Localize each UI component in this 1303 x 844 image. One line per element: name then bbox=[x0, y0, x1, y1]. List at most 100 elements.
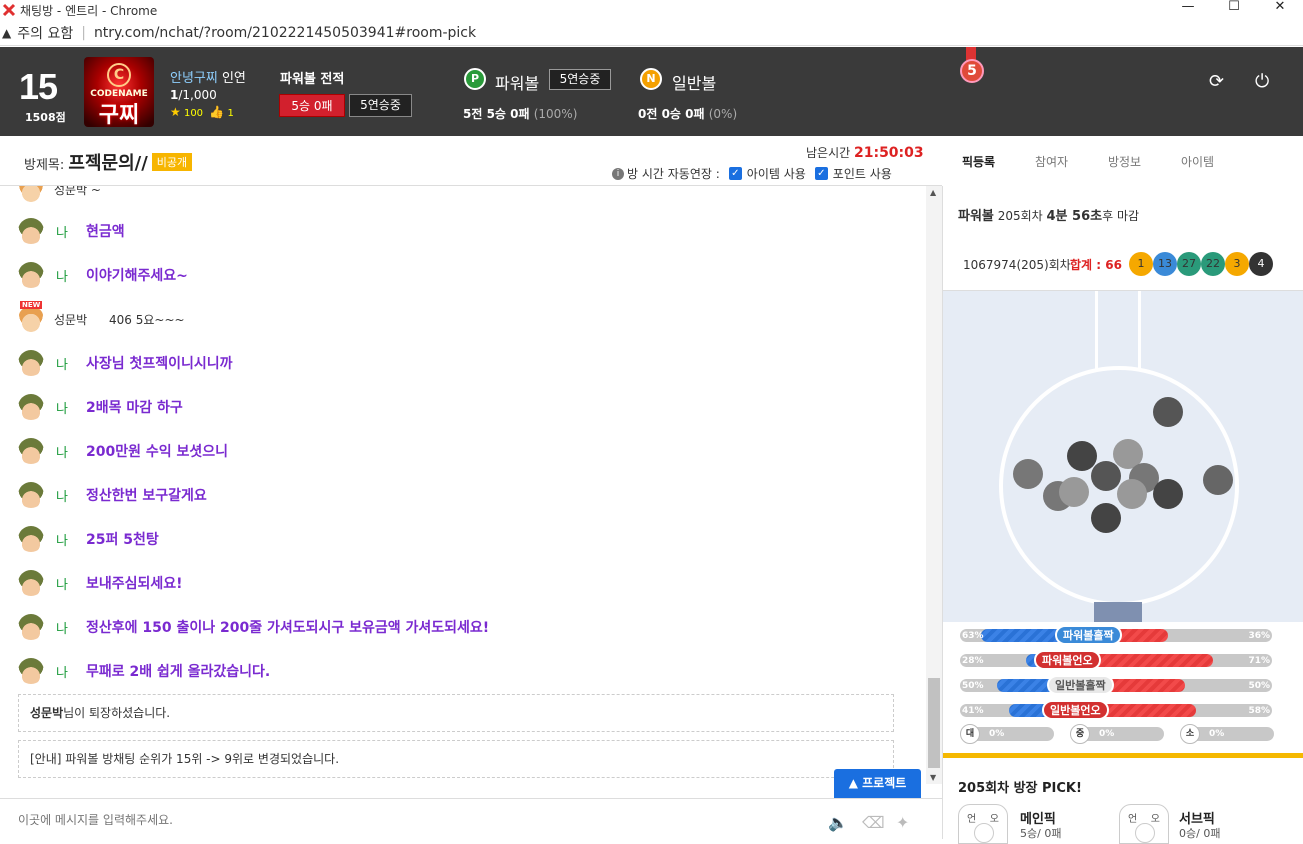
user-count: 1/1,000 bbox=[170, 88, 217, 102]
stat-label: 파워볼언오 bbox=[1034, 650, 1101, 670]
user-stats: ★ 100 👍 1 bbox=[170, 105, 234, 119]
stat-right-pct: 36% bbox=[1248, 631, 1270, 641]
message-text: 무패로 2배 쉽게 올라갔습니다. bbox=[86, 664, 271, 680]
private-badge: 비공개 bbox=[151, 153, 193, 171]
normalball-badge-icon: N bbox=[640, 68, 662, 90]
message-text: 200만원 수익 보셧으니 bbox=[86, 444, 229, 460]
normalball-record: 0전 0승 0패 (0%) bbox=[638, 105, 737, 122]
tab-room-info[interactable]: 방정보 bbox=[1088, 153, 1161, 170]
message-author[interactable]: 나 bbox=[56, 398, 86, 417]
sub-pick-box[interactable]: 언 오 bbox=[1119, 804, 1169, 844]
message-author[interactable]: 나 bbox=[56, 354, 86, 373]
user-level: 15 bbox=[19, 66, 58, 107]
window-titlebar: 채팅방 - 엔트리 - Chrome — ☐ ✕ bbox=[0, 0, 1303, 20]
message-author[interactable]: 나 bbox=[56, 442, 86, 461]
size-row: 대 0% bbox=[960, 724, 1054, 744]
record-title: 파워볼 전적 bbox=[280, 72, 345, 87]
machine-ball bbox=[1067, 441, 1097, 471]
window-controls: — ☐ ✕ bbox=[1165, 0, 1303, 20]
powerball-record-pct: (100%) bbox=[533, 107, 578, 121]
user-greeting-suffix: 인연 bbox=[217, 71, 246, 86]
message-author[interactable]: 나 bbox=[56, 222, 86, 241]
user-avatar-icon bbox=[18, 301, 44, 332]
list-item: 성문박406 5요~~~ bbox=[18, 301, 185, 332]
message-input[interactable] bbox=[18, 809, 798, 831]
main-pick-box[interactable]: 언 오 bbox=[958, 804, 1008, 844]
record-result: 5승 0패 bbox=[279, 94, 345, 117]
normalball-record-value: 0전 0승 0패 bbox=[638, 107, 705, 121]
size-row: 소 0% bbox=[1180, 724, 1274, 744]
stat-row: 28% 71% 파워볼언오 bbox=[960, 649, 1272, 670]
message-author[interactable]: 나 bbox=[56, 618, 86, 637]
list-item: 나 2배목 마감 하구 bbox=[18, 394, 183, 420]
close-button[interactable]: ✕ bbox=[1257, 0, 1303, 20]
user-avatar-icon bbox=[18, 394, 44, 420]
magic-wand-icon[interactable]: ✦ bbox=[896, 813, 909, 832]
scroll-up-icon[interactable]: ▲ bbox=[930, 188, 936, 197]
ball-sum: 합계 : 66 bbox=[1070, 258, 1122, 272]
tab-items[interactable]: 아이템 bbox=[1161, 153, 1234, 170]
refresh-icon[interactable]: ⟳ bbox=[1209, 71, 1224, 92]
scroll-thumb[interactable] bbox=[928, 678, 940, 768]
thumbs-up-icon: 👍 bbox=[209, 105, 225, 119]
star-icon: ★ bbox=[170, 105, 181, 119]
normalball-record-pct: (0%) bbox=[708, 107, 738, 121]
project-button[interactable]: ▲ 프로젝트 bbox=[834, 769, 921, 798]
notice-text: 님이 퇴장하셨습니다. bbox=[63, 706, 171, 720]
message-author[interactable]: 나 bbox=[56, 486, 86, 505]
message-author[interactable]: 나 bbox=[56, 662, 86, 681]
message-text: 이야기해주세요~ bbox=[86, 268, 188, 284]
list-item: 나 정산후에 150 출이나 200줄 가셔도되시구 보유금액 가셔도되세요! bbox=[18, 614, 489, 640]
minimize-button[interactable]: — bbox=[1165, 0, 1211, 20]
tab-pick-register[interactable]: 픽등록 bbox=[942, 153, 1015, 170]
list-item: 나 정산한번 보구갈게요 bbox=[18, 482, 207, 508]
machine-ball bbox=[1153, 479, 1183, 509]
scroll-down-icon[interactable]: ▼ bbox=[930, 773, 936, 782]
tab-participants[interactable]: 참여자 bbox=[1015, 153, 1088, 170]
machine-outlet bbox=[1094, 602, 1142, 622]
chat-scrollbar[interactable]: ▲ ▼ bbox=[926, 186, 942, 784]
maximize-button[interactable]: ☐ bbox=[1211, 0, 1257, 20]
user-greeting: 안녕구찌 인연 bbox=[170, 67, 246, 86]
last-round: 1067974(205)회차 bbox=[963, 258, 1071, 272]
powerball-label: 파워볼 bbox=[495, 74, 540, 93]
room-options: i 방 시간 자동연장 : ✓ 아이템 사용 ✓ 포인트 사용 bbox=[612, 165, 892, 182]
stat-left-pct: 41% bbox=[962, 706, 984, 716]
user-avatar[interactable]: C CODENAME 구찌 bbox=[84, 57, 154, 127]
sound-icon[interactable]: 🔈 bbox=[828, 813, 848, 832]
divider-line bbox=[943, 753, 1303, 758]
warning-icon: ▲ bbox=[2, 25, 12, 40]
info-icon[interactable]: i bbox=[612, 167, 624, 180]
powerball-streak: 5연승중 bbox=[549, 69, 611, 90]
message-author[interactable]: 나 bbox=[56, 266, 86, 285]
app-favicon-icon bbox=[2, 3, 16, 17]
message-text: 보내주심되세요! bbox=[86, 576, 183, 592]
list-item: 나 이야기해주세요~ bbox=[18, 262, 188, 288]
result-ball: 22 bbox=[1201, 252, 1225, 276]
stat-right-pct: 71% bbox=[1248, 656, 1270, 666]
url-text[interactable]: ntry.com/nchat/?room/2102221450503941#ro… bbox=[94, 25, 476, 41]
point-use-checkbox[interactable]: ✓ bbox=[814, 167, 828, 180]
item-use-checkbox[interactable]: ✓ bbox=[728, 167, 742, 180]
message-author[interactable]: 성문박 bbox=[54, 311, 109, 328]
record-streak: 5연승중 bbox=[349, 94, 412, 117]
normalball-label: 일반볼 bbox=[672, 74, 717, 93]
message-input-bar: 🔈 ⌫ ✦ bbox=[0, 798, 942, 839]
message-text: 정산후에 150 출이나 200줄 가셔도되시구 보유금액 가셔도되세요! bbox=[86, 620, 490, 636]
countdown: 4분 56초 bbox=[1046, 209, 1103, 224]
medal-number: 5 bbox=[960, 59, 984, 83]
user-name[interactable]: 안녕구찌 bbox=[170, 71, 218, 86]
avatar-name: 구찌 bbox=[98, 103, 140, 127]
message-author[interactable]: 나 bbox=[56, 530, 86, 549]
security-warning[interactable]: 주의 요함 bbox=[17, 23, 73, 43]
power-icon[interactable]: ⏻ bbox=[1255, 71, 1269, 92]
powerball-record-value: 5전 5승 0패 bbox=[463, 107, 530, 121]
message-author[interactable]: 나 bbox=[56, 574, 86, 593]
eraser-icon[interactable]: ⌫ bbox=[862, 813, 885, 832]
machine-ball bbox=[1091, 503, 1121, 533]
address-bar[interactable]: ▲ 주의 요함 | ntry.com/nchat/?room/210222145… bbox=[0, 20, 1303, 46]
pick-right-label: 오 bbox=[1150, 814, 1160, 825]
avatar-emblem-icon: C bbox=[107, 63, 131, 87]
result-ball: 4 bbox=[1249, 252, 1273, 276]
list-item: 나 무패로 2배 쉽게 올라갔습니다. bbox=[18, 658, 270, 684]
